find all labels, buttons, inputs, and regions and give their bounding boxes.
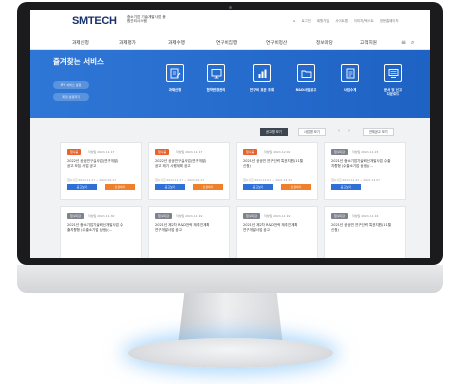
card-date: 작성일 2021.11.23: [352, 150, 379, 154]
card-title[interactable]: 2021년 제2차 R&D전략 재추진계획 연구개발사업 공고: [243, 223, 313, 233]
card-date: 작성일 2021.11.17: [176, 150, 203, 154]
service-label: 연구비 표준 조회: [249, 88, 275, 92]
document-pen-icon: [166, 64, 184, 82]
util-imagetext[interactable]: 이미지/텍스트: [354, 18, 374, 23]
util-join[interactable]: 회원가입: [317, 18, 329, 23]
card-date: 작성일 2021.11.16: [352, 214, 379, 218]
card-period: 접수기간 2021.11.17 ~ 2022.01.17: [67, 178, 116, 182]
notice-card[interactable]: 접수중 작성일 2021.11.17 2022년 공공연구실사업(연구개발) 공…: [60, 142, 142, 200]
nav-item-budget[interactable]: 연구비집행: [216, 40, 237, 46]
card-title[interactable]: 2021년 제2차 R&D전략 재추진계획 연구개발사업 공고: [155, 223, 225, 233]
card-date: 작성일 2021.11.30: [88, 214, 115, 218]
card-period: 접수기간 2021.11.23 ~ 2021.12.07: [331, 178, 380, 182]
view-notice-button[interactable]: 공고보기: [243, 184, 273, 190]
menu-icon[interactable]: ≡: [401, 39, 406, 46]
card-date: 작성일 2021.12.01: [264, 150, 291, 154]
service-label: 문서 및 신고 다운로드: [384, 88, 402, 97]
search-icon[interactable]: ⌕: [411, 39, 414, 47]
chevron-right-icon[interactable]: ›: [348, 128, 350, 134]
util-login[interactable]: 로그인: [302, 18, 311, 23]
nav-item-settlement[interactable]: 연구비정산: [266, 40, 287, 46]
folder-icon: [297, 64, 315, 82]
filter-notice-name[interactable]: 공고명 보기: [260, 128, 288, 136]
camera-dot: [229, 6, 232, 9]
home-icon[interactable]: ⌂: [293, 18, 296, 23]
nav-item-info[interactable]: 정보마당: [316, 40, 333, 46]
status-badge: 접수중: [155, 149, 170, 155]
monitor-chin: [17, 265, 443, 293]
monitor-mockup: SMTECH 중소기업 기술개발사업 종합관리시스템 ⌂ 로그인 회원가입 사이…: [0, 0, 461, 384]
card-title[interactable]: 2022년 공공연구실사업(연구개발) 공고 모집 사업 공고: [67, 159, 137, 169]
service-apply[interactable]: 과제신청: [155, 64, 195, 92]
status-badge: 접수중: [67, 149, 82, 155]
chevron-left-icon[interactable]: ‹: [338, 128, 340, 134]
service-agreement[interactable]: 협약변경관리: [196, 64, 236, 92]
card-title[interactable]: 2021년 중소기업기술혁신개발사업 수 출지향형 (수출소기업 상생)(...: [67, 223, 137, 233]
status-badge: 접수마감: [331, 213, 349, 219]
notice-card[interactable]: 접수중 작성일 2021.11.17 2022년 공공연구실사업(연구개발) 공…: [148, 142, 230, 200]
card-title[interactable]: 2021년 중소기업기술혁신개발사업 수출 지향형 (수출소기업 상생)(...: [331, 159, 401, 169]
nav-item-support[interactable]: 고객지원: [360, 40, 377, 46]
my-service-setting-button[interactable]: MY 서비스 설정: [53, 81, 89, 89]
card-period: 접수기간 2021.12.01 ~ 2021.12.31: [243, 178, 292, 182]
status-badge: 접수마감: [155, 213, 173, 219]
card-title[interactable]: 2021년 공공연 연구인력 특권지원(11월 신청): [331, 223, 401, 233]
util-english[interactable]: 영문홈페이지: [380, 18, 399, 23]
apply-button[interactable]: 신청하기: [193, 184, 223, 190]
nav-item-apply[interactable]: 과제신청: [72, 40, 89, 46]
site-logo[interactable]: SMTECH: [72, 15, 117, 27]
status-badge: 접수마감: [243, 213, 261, 219]
card-date: 작성일 2021.11.19: [176, 214, 203, 218]
account-setting-button[interactable]: 계정 설정하기: [53, 93, 89, 101]
document-icon: [341, 64, 359, 82]
apply-button[interactable]: 신청하기: [281, 184, 311, 190]
service-business[interactable]: 사업수계: [330, 64, 370, 92]
service-label: R&D사업공고: [295, 88, 317, 92]
nav-item-evaluation[interactable]: 과제평가: [119, 40, 136, 46]
banner-title: 즐겨찾는 서비스: [53, 57, 104, 66]
card-title[interactable]: 2022년 공공연구실사업(연구개발) 공고 제기 시행계획 공고: [155, 159, 225, 169]
screen-icon: [384, 64, 402, 82]
monitor-edit-icon: [207, 64, 225, 82]
service-budget[interactable]: 연구비 표준 조회: [242, 64, 282, 92]
util-sitemap[interactable]: 사이트맵: [335, 18, 347, 23]
filter-bar: 공고명 보기 사업명 보기 ‹ › 전체공고 보기: [30, 128, 430, 137]
nav-item-execution[interactable]: 과제수행: [168, 40, 185, 46]
card-date: 작성일 2021.11.19: [264, 214, 291, 218]
filter-all-notices[interactable]: 전체공고 보기: [363, 128, 394, 136]
card-period: 접수기간 2021.11.17 ~ 2022.01.17: [155, 178, 204, 182]
card-date: 작성일 2021.11.17: [88, 150, 115, 154]
main-nav: 과제신청 과제평가 과제수행 연구비집행 연구비정산 정보마당 고객지원 ≡ ⌕: [30, 38, 430, 50]
service-label: 사업수계: [343, 88, 357, 92]
notice-card[interactable]: 접수마감 작성일 2021.11.19 2021년 제2차 R&D전략 재추진계…: [236, 206, 318, 258]
monitor-stand-base: [128, 338, 333, 368]
service-label: 과제신청: [168, 88, 182, 92]
apply-button[interactable]: 신청하기: [105, 184, 135, 190]
favorite-services-banner: 즐겨찾는 서비스 MY 서비스 설정 계정 설정하기 과제신청 협약변경관리 연…: [30, 50, 430, 118]
notice-card[interactable]: 접수중 작성일 2021.12.01 2021년 공공연 연구인력 특권지원(1…: [236, 142, 318, 200]
service-download[interactable]: 문서 및 신고 다운로드: [373, 64, 413, 96]
website-screen: SMTECH 중소기업 기술개발사업 종합관리시스템 ⌂ 로그인 회원가입 사이…: [30, 10, 430, 258]
notice-card[interactable]: 접수마감 작성일 2021.11.16 2021년 공공연 연구인력 특권지원(…: [324, 206, 406, 258]
view-notice-button[interactable]: 공고보기: [67, 184, 97, 190]
status-badge: 접수중: [243, 149, 258, 155]
service-label: 협약변경관리: [206, 88, 226, 92]
view-notice-button[interactable]: 공고보기: [155, 184, 185, 190]
status-badge: 접수마감: [331, 149, 349, 155]
utility-links: ⌂ 로그인 회원가입 사이트맵 이미지/텍스트 영문홈페이지: [293, 18, 398, 23]
notice-card[interactable]: 접수마감 작성일 2021.11.23 2021년 중소기업기술혁신개발사업 수…: [324, 142, 406, 200]
card-title[interactable]: 2021년 공공연 연구인력 특권지원(11월 신청): [243, 159, 313, 169]
notice-card[interactable]: 접수마감 작성일 2021.11.30 2021년 중소기업기술혁신개발사업 수…: [60, 206, 142, 258]
filter-business-name[interactable]: 사업명 보기: [298, 128, 326, 136]
site-logo-subtitle: 중소기업 기술개발사업 종합관리시스템: [127, 15, 166, 24]
service-announcement[interactable]: R&D사업공고: [286, 64, 326, 92]
site-header: SMTECH 중소기업 기술개발사업 종합관리시스템 ⌂ 로그인 회원가입 사이…: [30, 10, 430, 38]
status-badge: 접수마감: [67, 213, 85, 219]
chart-icon: [253, 64, 271, 82]
view-notice-button[interactable]: 공고보기: [331, 184, 361, 190]
notice-card[interactable]: 접수마감 작성일 2021.11.19 2021년 제2차 R&D전략 재추진계…: [148, 206, 230, 258]
